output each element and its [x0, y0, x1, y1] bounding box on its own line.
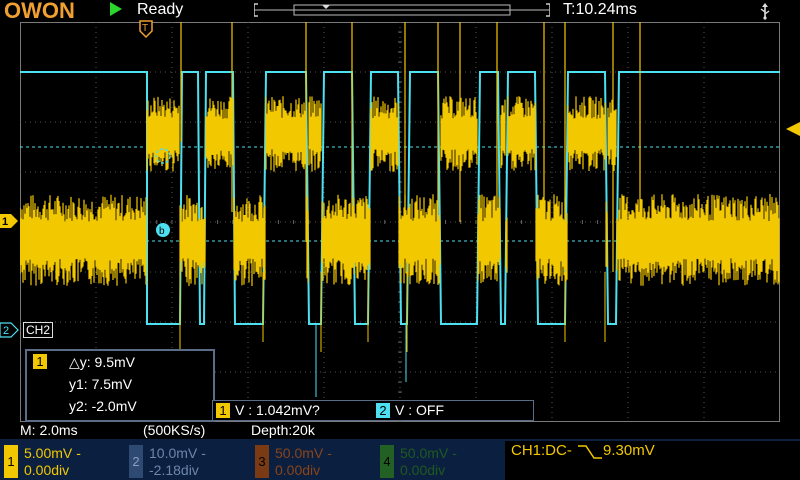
channel-2-offset: -2.18div: [149, 462, 199, 478]
trigger-source: CH1:DC-: [511, 442, 572, 459]
acquisition-status: Ready: [137, 1, 184, 18]
usb-icon: [760, 3, 770, 20]
ch2-ground-marker[interactable]: 2: [0, 322, 20, 338]
memory-depth-value[interactable]: Depth:20k: [251, 422, 315, 438]
channel-4-number: 4: [380, 445, 394, 478]
channel-2-number: 2: [129, 445, 143, 478]
channel-1-tab[interactable]: 1 5.00mV - 0.00div: [4, 443, 124, 478]
readout-ch1-value: V : 1.042mV?: [235, 402, 320, 418]
channel-3-offset: 0.00div: [275, 462, 321, 478]
trigger-position-indicator: [322, 5, 330, 9]
measure-y1: y1: 7.5mV: [69, 376, 133, 392]
measure-y2: y2: -2.0mV: [69, 398, 137, 414]
cursor-b-label: b: [159, 226, 165, 237]
cursor-readout: 1 V : 1.042mV? 2 V : OFF: [212, 400, 534, 421]
measure-channel-badge: 1: [33, 354, 47, 369]
measure-delta-y: △y: 9.5mV: [69, 354, 136, 370]
run-state-icon[interactable]: [110, 2, 122, 16]
trigger-marker-label: T: [142, 23, 148, 34]
channel-1-number: 1: [4, 445, 18, 478]
ch1-ground-marker[interactable]: 1: [0, 213, 20, 229]
channel-4-offset: 0.00div: [400, 462, 446, 478]
acquisition-info-bar: M: 2.0ms (500KS/s) Depth:20k: [0, 422, 800, 438]
channel-3-scale: 50.0mV: [275, 445, 324, 461]
sample-rate-value: (500KS/s): [143, 422, 206, 438]
readout-ch2-value: V : OFF: [395, 402, 444, 418]
brand-logo: OWON: [4, 0, 75, 23]
channel-3-tab[interactable]: 3 50.0mV - 0.00div: [255, 443, 375, 478]
trigger-level-marker[interactable]: [784, 121, 800, 137]
readout-ch1-badge: 1: [216, 403, 230, 418]
top-bar: OWON Ready T:10.24ms: [0, 0, 800, 23]
ch1-marker-label: 1: [2, 216, 8, 228]
channel-1-offset: 0.00div: [24, 462, 70, 478]
channel-3-number: 3: [255, 445, 269, 478]
readout-ch2-badge: 2: [376, 403, 390, 418]
channel-4-tab[interactable]: 4 50.0mV - 0.00div: [380, 443, 500, 478]
falling-edge-icon: [578, 445, 602, 459]
channel-2-scale: 10.0mV: [149, 445, 198, 461]
trigger-time-position: T:10.24ms: [563, 1, 637, 18]
channel-2-tab[interactable]: 2 10.0mV - -2.18div: [129, 443, 249, 478]
trigger-time-marker[interactable]: T: [139, 20, 153, 38]
cursor-measurement-panel: 1 △y: 9.5mV y1: 7.5mV y2: -2.0mV: [25, 349, 215, 422]
trigger-level: 9.30mV: [603, 442, 655, 459]
ch2-label: CH2: [23, 322, 54, 338]
timebase-ruler[interactable]: [254, 2, 550, 18]
channel-1-scale: 5.00mV: [24, 445, 73, 461]
ch2-marker-label: 2: [3, 325, 9, 337]
channel-4-scale: 50.0mV: [400, 445, 449, 461]
timebase-value[interactable]: M: 2.0ms: [20, 422, 78, 438]
